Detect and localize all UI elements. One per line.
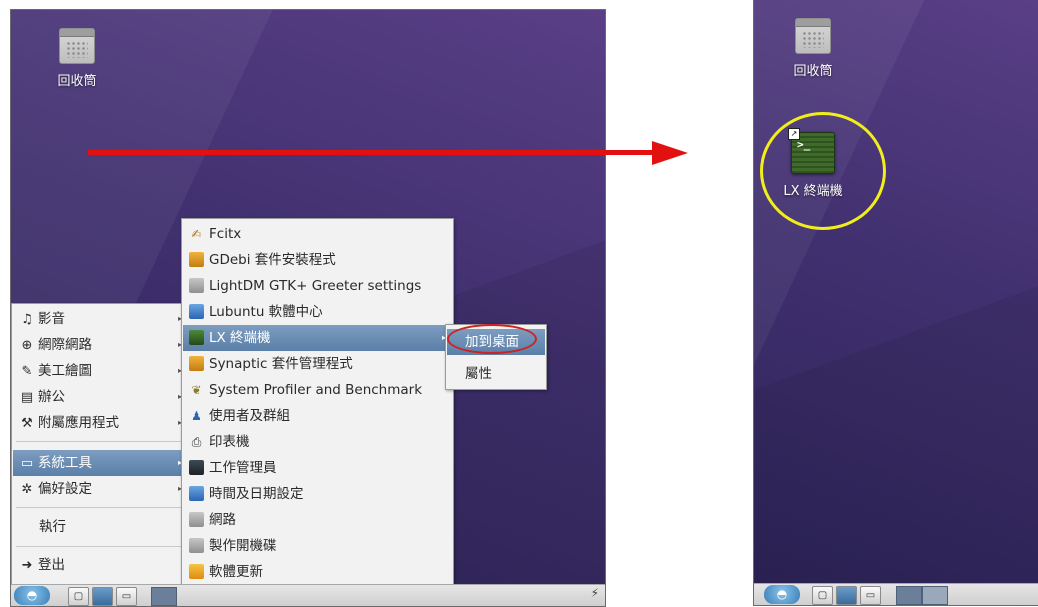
taskbar: ◓ ▢ ▭ ⚡ (11, 584, 605, 606)
trash-desktop-icon[interactable]: 回收筒 (32, 28, 122, 89)
power-icon: ⚡ (590, 586, 599, 600)
menu-item-preferences[interactable]: ✲ 偏好設定 ▸ (13, 476, 188, 502)
office-icon: ▤ (20, 390, 34, 405)
show-desktop-icon[interactable]: ▭ (116, 587, 137, 606)
start-menu-button[interactable]: ◓ (14, 586, 50, 605)
menu-item-system-tools[interactable]: ▭ 系統工具 ▸ (13, 450, 188, 476)
task-manager-icon (189, 460, 204, 475)
accessories-icon: ⚒ (21, 416, 33, 431)
browser-icon[interactable] (92, 587, 113, 606)
trash-label: 回收筒 (57, 74, 97, 89)
menu-item-time-date[interactable]: 時間及日期設定 (183, 481, 452, 507)
file-manager-icon[interactable]: ▢ (68, 587, 89, 606)
desktop-after: 回收筒 ↗ >_ LX 終端機 ◓ ▢ ▭ (753, 0, 1038, 606)
trash-icon (795, 18, 831, 54)
clock-icon (189, 486, 204, 501)
arrow-shaft (88, 150, 656, 155)
usb-disk-icon (189, 538, 204, 553)
workspace-2[interactable] (922, 586, 948, 605)
menu-item-software-center[interactable]: Lubuntu 軟體中心 (183, 299, 452, 325)
package-icon (189, 252, 204, 267)
terminal-icon (189, 330, 204, 345)
menu-item-logout[interactable]: ➜ 登出 (13, 552, 188, 578)
trash-label: 回收筒 (793, 64, 833, 79)
menu-item-accessories[interactable]: ⚒ 附屬應用程式 ▸ (13, 410, 188, 436)
menu-item-office[interactable]: ▤ 辦公 ▸ (13, 384, 188, 410)
menu-item-multimedia[interactable]: ♫ 影音 ▸ (13, 306, 188, 332)
menu-item-lx-terminal[interactable]: LX 終端機 ▸ (183, 325, 452, 351)
menu-item-run[interactable]: 執行 (13, 514, 188, 540)
network-icon (189, 512, 204, 527)
add-to-desktop-highlight (447, 324, 537, 354)
menu-item-gdebi[interactable]: GDebi 套件安裝程式 (183, 247, 452, 273)
globe-icon: ⊕ (21, 338, 33, 353)
gear-icon: ✲ (21, 482, 33, 497)
workspace-1[interactable] (151, 587, 177, 606)
software-center-icon (189, 304, 204, 319)
monitor-icon: ▭ (20, 456, 34, 471)
graphics-icon: ✎ (21, 364, 33, 379)
synaptic-icon (189, 356, 204, 371)
menu-separator (16, 441, 185, 442)
taskbar: ◓ ▢ ▭ (754, 583, 1038, 605)
menu-item-software-updater[interactable]: 軟體更新 (183, 559, 452, 585)
profiler-icon: ❦ (191, 383, 202, 397)
update-icon (189, 564, 204, 579)
settings-window-icon (189, 278, 204, 293)
trash-icon (59, 28, 95, 64)
printer-icon: ⎙ (191, 435, 202, 449)
file-manager-icon[interactable]: ▢ (812, 586, 833, 605)
menu-item-lightdm-settings[interactable]: LightDM GTK+ Greeter settings (183, 273, 452, 299)
show-desktop-icon[interactable]: ▭ (860, 586, 881, 605)
menu-item-network[interactable]: 網路 (183, 507, 452, 533)
menu-item-graphics[interactable]: ✎ 美工繪圖 ▸ (13, 358, 188, 384)
fcitx-icon: ✍ (191, 227, 202, 241)
menu-separator (16, 546, 185, 547)
menu-item-startup-disk[interactable]: 製作開機碟 (183, 533, 452, 559)
menu-item-users-groups[interactable]: ♟ 使用者及群組 (183, 403, 452, 429)
browser-icon[interactable] (836, 586, 857, 605)
menu-item-synaptic[interactable]: Synaptic 套件管理程式 (183, 351, 452, 377)
menu-separator (16, 507, 185, 508)
users-icon: ♟ (191, 409, 202, 423)
menu-item-properties[interactable]: 屬性 (447, 361, 545, 387)
menu-item-system-profiler[interactable]: ❦ System Profiler and Benchmark (183, 377, 452, 403)
menu-item-fcitx[interactable]: ✍ Fcitx (183, 221, 452, 247)
trash-desktop-icon[interactable]: 回收筒 (768, 18, 858, 79)
system-tools-submenu: ✍ Fcitx GDebi 套件安裝程式 LightDM GTK+ Greeter… (181, 218, 454, 606)
logout-icon: ➜ (21, 558, 33, 573)
desktop-before: 回收筒 ♫ 影音 ▸ ⊕ 網際網路 ▸ ✎ 美工繪圖 ▸ ▤ 辦公 ▸ ⚒ 附屬應用程式 ▸ ▭ 系統… (10, 9, 606, 607)
menu-item-task-manager[interactable]: 工作管理員 (183, 455, 452, 481)
menu-item-printers[interactable]: ⎙ 印表機 (183, 429, 452, 455)
workspace-1[interactable] (896, 586, 922, 605)
multimedia-icon: ♫ (21, 312, 33, 327)
start-menu-button[interactable]: ◓ (764, 585, 800, 604)
terminal-icon-highlight (760, 112, 886, 230)
main-menu: ♫ 影音 ▸ ⊕ 網際網路 ▸ ✎ 美工繪圖 ▸ ▤ 辦公 ▸ ⚒ 附屬應用程式 ▸ ▭ 系統工具 ▸ … (11, 303, 190, 587)
menu-item-internet[interactable]: ⊕ 網際網路 ▸ (13, 332, 188, 358)
arrow-head-icon (652, 141, 688, 165)
